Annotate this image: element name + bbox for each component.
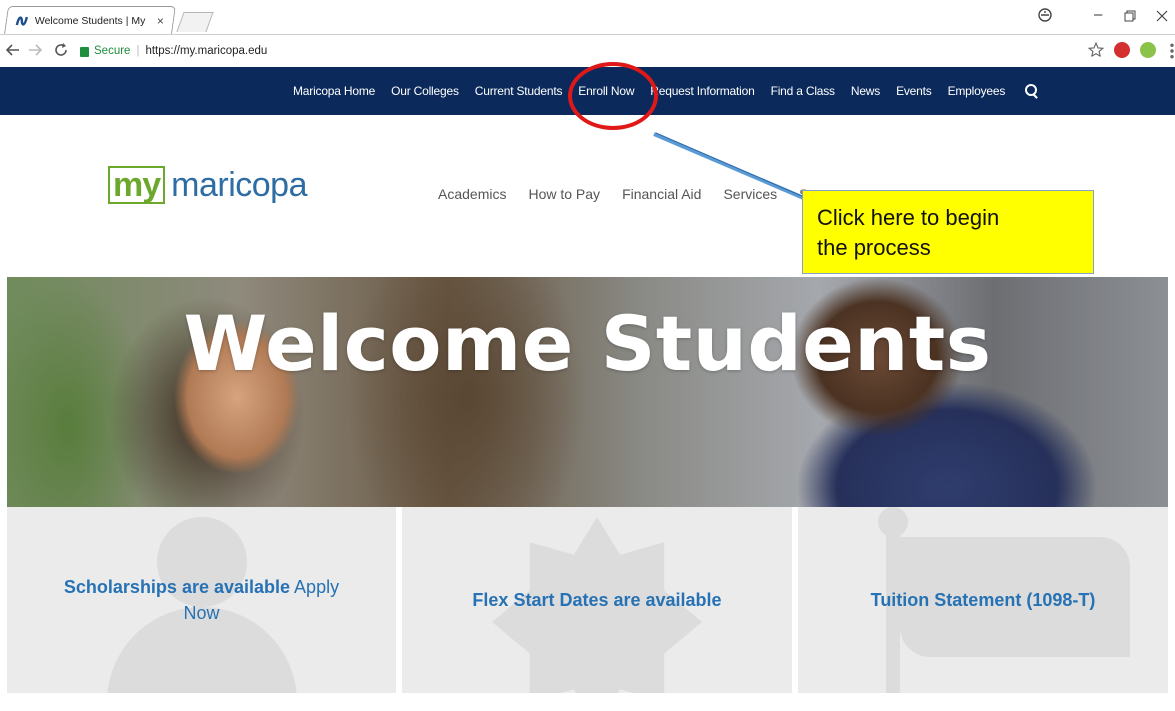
top-nav-list: Maricopa Home Our Colleges Current Stude… <box>293 67 1039 115</box>
topnav-find-a-class[interactable]: Find a Class <box>771 84 835 98</box>
topnav-events[interactable]: Events <box>896 84 932 98</box>
minimize-icon[interactable]: – <box>1094 6 1102 23</box>
topnav-news[interactable]: News <box>851 84 880 98</box>
scholarships-card[interactable]: Scholarships are available Apply Now <box>7 507 396 693</box>
logo-maricopa-text: maricopa <box>171 166 307 204</box>
topnav-maricopa-home[interactable]: Maricopa Home <box>293 84 375 98</box>
tuition-heading: Tuition Statement (1098-T) <box>870 590 1096 610</box>
mainnav-financial-aid[interactable]: Financial Aid <box>622 186 701 202</box>
mainnav-academics[interactable]: Academics <box>438 186 506 202</box>
url-omnibox[interactable]: Secure | https://my.maricopa.edu <box>80 40 1110 62</box>
omnibox-separator: | <box>136 45 140 57</box>
extension-check-icon[interactable] <box>1140 42 1156 58</box>
adblock-extension-icon[interactable] <box>1114 42 1130 58</box>
url-text: https://my.maricopa.edu <box>145 45 268 57</box>
topnav-our-colleges[interactable]: Our Colleges <box>391 84 459 98</box>
annotation-red-circle <box>568 62 658 130</box>
annotation-callout: Click here to begin the process <box>802 190 1094 274</box>
tab-close-icon[interactable]: × <box>157 14 164 28</box>
secure-label: Secure <box>94 45 131 57</box>
browser-menu-icon[interactable] <box>1164 43 1175 59</box>
callout-line-2: the process <box>817 235 931 260</box>
tuition-card-text: Tuition Statement (1098-T) <box>871 587 1096 613</box>
tuition-statement-card[interactable]: Tuition Statement (1098-T) <box>792 507 1168 693</box>
hero-title: Welcome Students <box>183 299 992 388</box>
flex-start-card[interactable]: Flex Start Dates are available <box>396 507 792 693</box>
tab-title: Welcome Students | My <box>34 14 146 27</box>
browser-tab-bar: Welcome Students | My × – <box>0 0 1175 34</box>
bookmark-star-icon[interactable] <box>1088 42 1104 58</box>
callout-line-1: Click here to begin <box>817 205 1000 230</box>
browser-tab[interactable]: Welcome Students | My × <box>4 6 176 34</box>
main-navigation: Academics How to Pay Financial Aid Servi… <box>438 186 846 202</box>
topnav-request-information[interactable]: Request Information <box>650 84 754 98</box>
window-close-icon[interactable] <box>1156 10 1168 22</box>
restore-icon[interactable] <box>1124 10 1136 22</box>
flex-start-heading: Flex Start Dates are available <box>472 590 722 610</box>
new-tab-button[interactable] <box>176 12 214 32</box>
mainnav-services[interactable]: Services <box>723 186 777 202</box>
user-profile-icon[interactable] <box>1038 8 1052 22</box>
hero-banner: Welcome Students <box>7 277 1168 507</box>
my-maricopa-logo[interactable]: my maricopa <box>108 166 307 204</box>
forward-arrow-icon[interactable] <box>28 44 42 56</box>
topnav-current-students[interactable]: Current Students <box>475 84 563 98</box>
scholarships-card-text: Scholarships are available Apply Now <box>52 574 352 626</box>
maricopa-favicon-icon <box>15 15 29 26</box>
logo-my-text: my <box>108 166 166 204</box>
scholarships-heading: Scholarships are available <box>63 577 291 597</box>
search-icon[interactable] <box>1025 84 1039 98</box>
reload-icon[interactable] <box>54 43 68 57</box>
back-arrow-icon[interactable] <box>6 44 20 56</box>
lock-icon <box>80 47 89 57</box>
mainnav-how-to-pay[interactable]: How to Pay <box>528 186 600 202</box>
flex-start-card-text: Flex Start Dates are available <box>472 587 721 613</box>
browser-address-bar: Secure | https://my.maricopa.edu <box>0 34 1175 66</box>
feature-cards: Scholarships are available Apply Now Fle… <box>7 507 1168 693</box>
topnav-employees[interactable]: Employees <box>948 84 1006 98</box>
